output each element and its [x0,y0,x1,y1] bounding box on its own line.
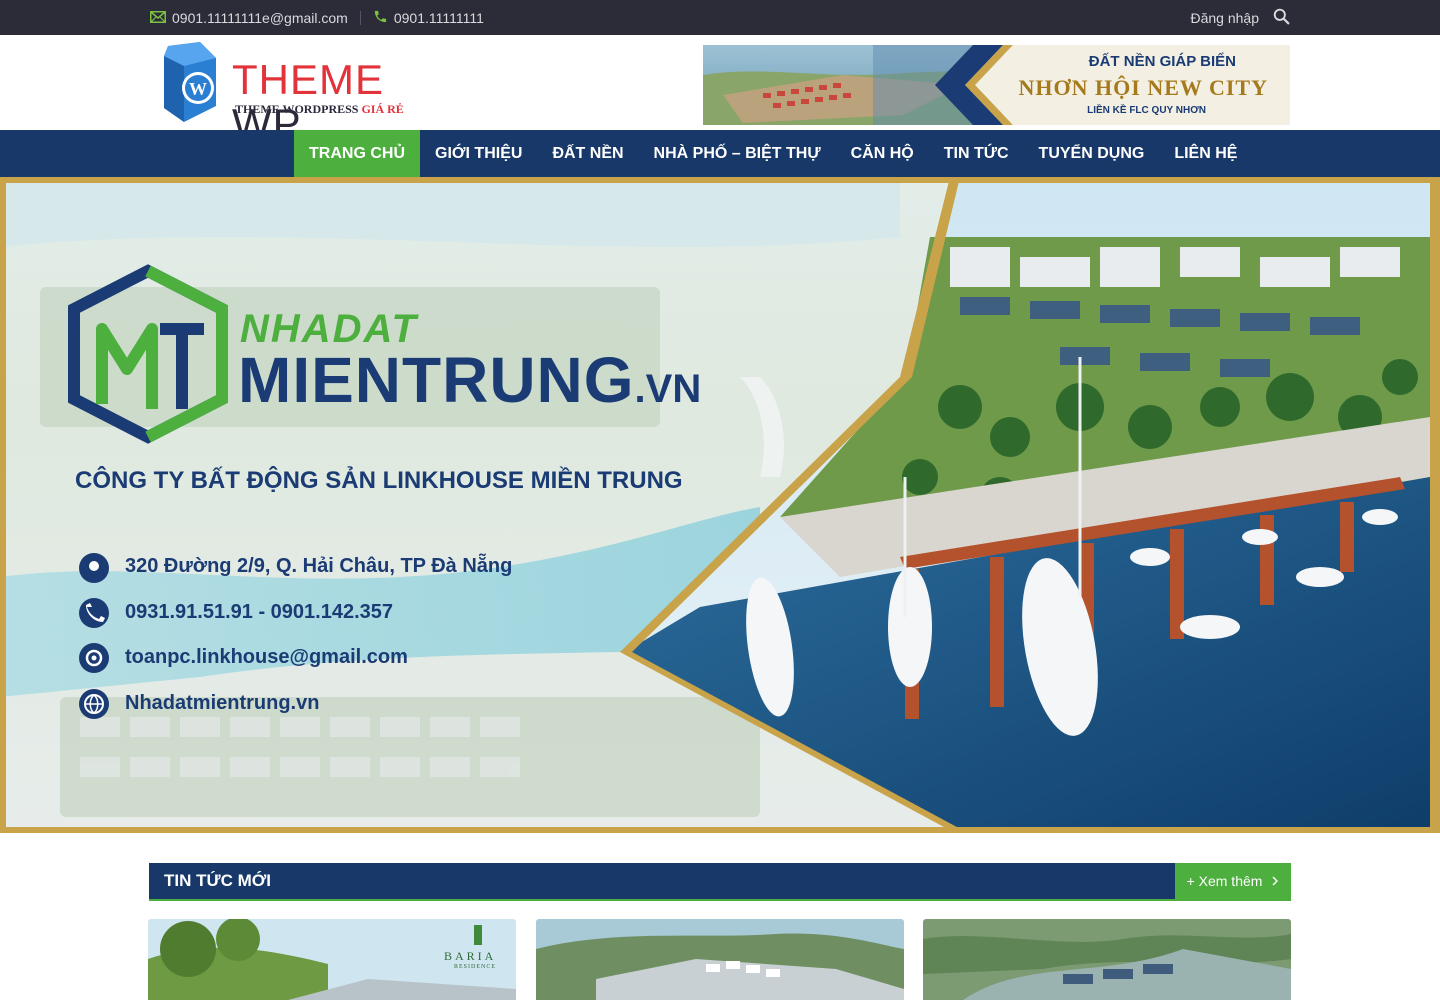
news-card-3-image [923,919,1291,1000]
main-nav: TRANG CHỦ GIỚI THIỆU ĐẤT NỀN NHÀ PHỐ – B… [0,130,1440,177]
view-more-button[interactable]: + Xem thêm [1175,863,1291,899]
news-card-2[interactable] [536,919,904,1000]
news-card-3[interactable] [923,919,1291,1000]
ad-line-3: LIỀN KỀ FLC QUY NHƠN [1087,105,1206,116]
svg-text:W: W [189,79,207,99]
news-cards: BARIA RESIDENCE [148,919,1291,1000]
news-section-title: TIN TỨC MỚI [164,871,271,890]
mail-icon [150,10,166,26]
topbar-email-text: 0901.11111111e@gmail.com [172,9,348,26]
news-card-1-brand-sub: RESIDENCE [454,964,496,970]
news-section-header: TIN TỨC MỚI + Xem thêm [149,863,1291,901]
news-card-1-brand: BARIA [444,949,497,963]
topbar-phone-text: 0901.11111111 [393,9,484,26]
hero-brand-main: MIENTRUNG.VN [238,344,702,416]
login-link[interactable]: Đăng nhập [1190,10,1259,26]
contact-info: 0901.11111111e@gmail.com 0901.11111111 [150,0,484,35]
nav-item-apartment[interactable]: CĂN HỘ [836,130,929,177]
hero-phones: 0931.91.51.91 - 0901.142.357 [125,601,394,623]
topbar-divider [359,10,361,25]
news-card-2-image [536,919,904,1000]
top-bar: 0901.11111111e@gmail.com 0901.11111111 Đ… [0,0,1440,35]
search-icon[interactable] [1273,8,1290,28]
hero-website: Nhadatmientrung.vn [125,692,320,714]
ad-line-2: NHƠN HỘI NEW CITY [1018,75,1268,100]
topbar-email[interactable]: 0901.11111111e@gmail.com [150,10,348,26]
view-more-label: + Xem thêm [1186,873,1263,889]
logo-tagline: THEME WORDPRESS GIÁ RẺ [235,102,404,116]
nav-item-contact[interactable]: LIÊN HỆ [1159,130,1252,177]
news-card-1[interactable]: BARIA RESIDENCE [148,919,516,1000]
nav-item-about[interactable]: GIỚI THIỆU [420,130,537,177]
main-menu: TRANG CHỦ GIỚI THIỆU ĐẤT NỀN NHÀ PHỐ – B… [294,130,1252,177]
ad-line-1: ĐẤT NỀN GIÁP BIỂN [1088,53,1236,70]
nav-item-careers[interactable]: TUYỂN DỤNG [1024,130,1160,177]
site-logo[interactable]: W THEME WP THEME WORDPRESS GIÁ RẺ [160,42,460,146]
hero-address: 320 Đường 2/9, Q. Hải Châu, TP Đà Nẵng [125,555,513,577]
header-ad-banner[interactable]: ĐẤT NỀN GIÁP BIỂN NHƠN HỘI NEW CITY LIỀN… [703,45,1290,125]
topbar-actions: Đăng nhập [1190,0,1290,35]
nav-item-townhouse-villa[interactable]: NHÀ PHỐ – BIỆT THỰ [639,130,836,177]
nav-item-land[interactable]: ĐẤT NỀN [537,130,638,177]
hero-email: toanpc.linkhouse@gmail.com [125,646,408,668]
chevron-right-icon [1272,873,1279,889]
site-header: W THEME WP THEME WORDPRESS GIÁ RẺ ĐẤT NỀ… [0,35,1440,146]
nav-item-home[interactable]: TRANG CHỦ [294,130,420,177]
wordpress-cube-icon: W [164,42,216,122]
hero-slider[interactable]: NHADAT MIENTRUNG.VN CÔNG TY BẤT ĐỘNG SẢN… [0,177,1440,833]
topbar-phone[interactable]: 0901.11111111 [373,9,484,27]
hero-company: CÔNG TY BẤT ĐỘNG SẢN LINKHOUSE MIỀN TRUN… [75,467,683,494]
phone-icon [373,9,388,27]
nav-item-news[interactable]: TIN TỨC [929,130,1024,177]
hero-content: NHADAT MIENTRUNG.VN CÔNG TY BẤT ĐỘNG SẢN… [0,177,1440,833]
